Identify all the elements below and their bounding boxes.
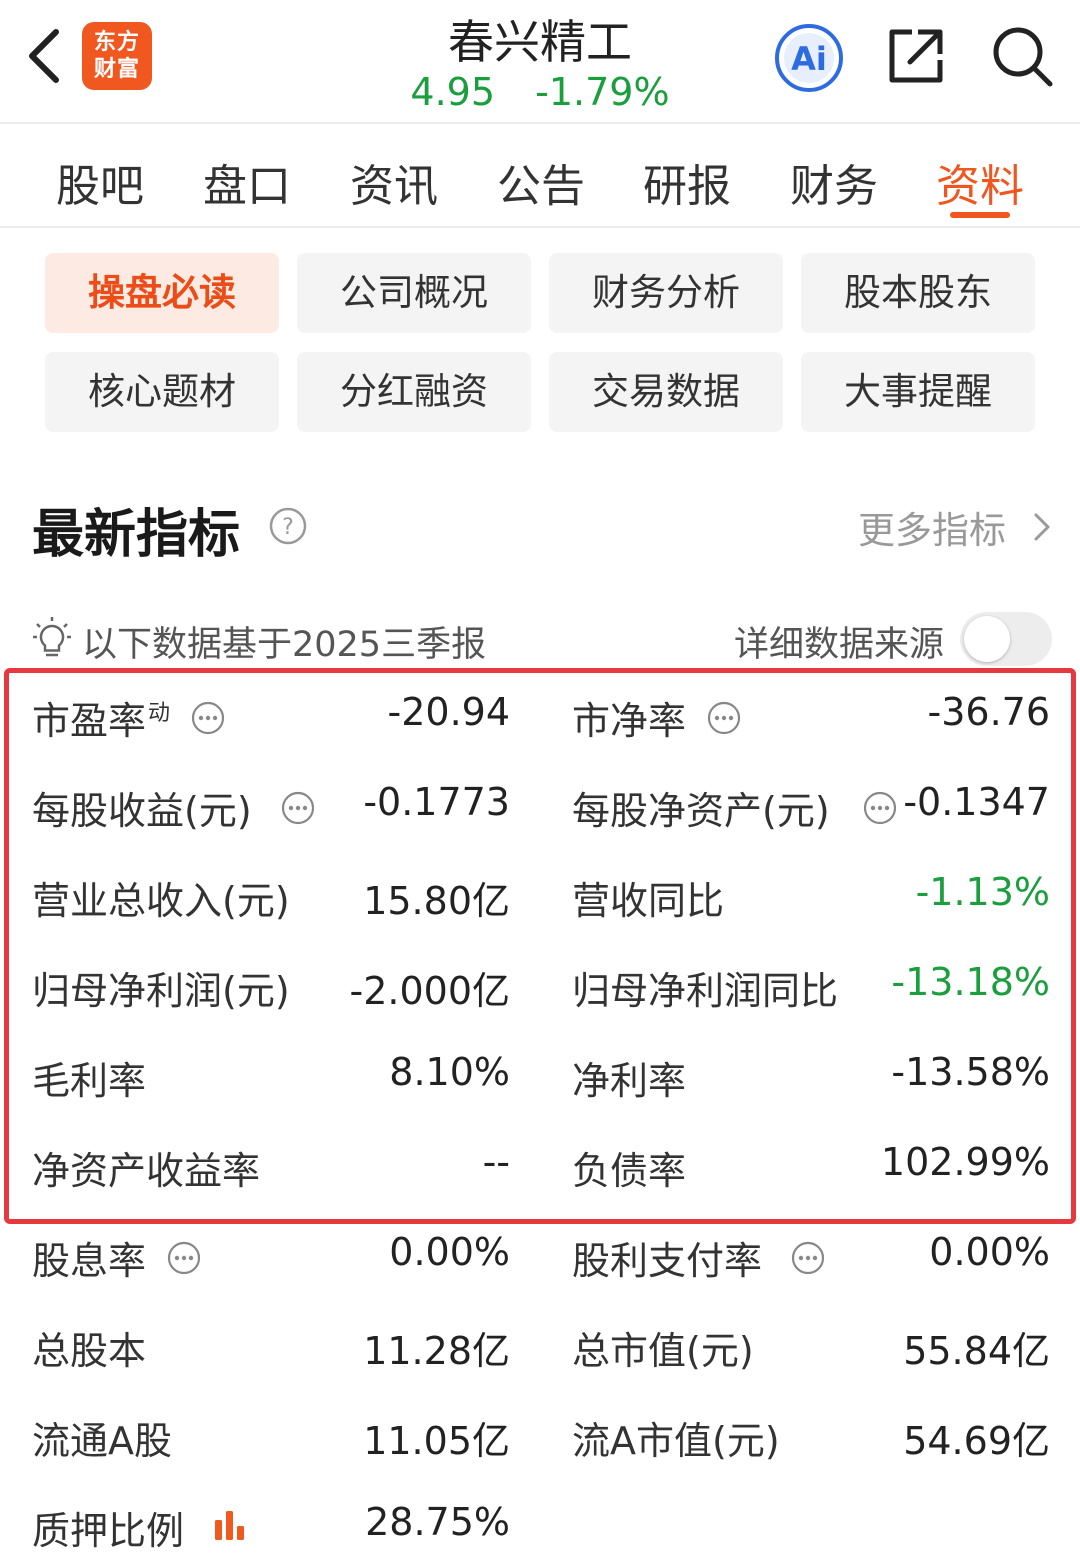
- indicator-label-debt-ratio: 负债率: [572, 1149, 687, 1193]
- indicator-value-float-a-cap: 54.69亿: [903, 1419, 1050, 1463]
- stock-change-pct: -1.79%: [535, 70, 670, 114]
- indicator-label-float-a-cap: 流A市值(元): [572, 1419, 780, 1463]
- indicator-value-pledge-ratio: 28.75%: [365, 1500, 510, 1544]
- indicator-label-bvps: 每股净资产(元): [572, 789, 830, 833]
- subtab-shareholders[interactable]: 股本股东: [801, 253, 1035, 333]
- tab-gonggao[interactable]: 公告: [497, 150, 585, 214]
- indicator-value-roe: --: [482, 1140, 510, 1184]
- tab-caiwu[interactable]: 财务: [790, 150, 878, 214]
- pe-label-text: 市盈率: [32, 699, 147, 743]
- indicator-label-pb: 市净率: [572, 699, 687, 743]
- ai-label: Ai: [791, 40, 827, 78]
- share-icon[interactable]: [884, 24, 948, 88]
- bar-chart-icon[interactable]: [212, 1508, 248, 1542]
- info-dots-icon[interactable]: [190, 700, 226, 736]
- indicator-value-debt-ratio: 102.99%: [880, 1140, 1050, 1184]
- indicator-value-revenue-yoy: -1.13%: [915, 870, 1050, 914]
- indicator-label-revenue: 营业总收入(元): [32, 879, 290, 923]
- indicator-label-float-a: 流通A股: [32, 1419, 172, 1463]
- indicator-value-net-profit: -2.000亿: [349, 969, 511, 1013]
- indicator-label-pledge-ratio: 质押比例: [32, 1509, 185, 1553]
- indicator-label-market-cap: 总市值(元): [572, 1329, 754, 1373]
- indicator-label-revenue-yoy: 营收同比: [572, 879, 725, 923]
- report-basis-note: 以下数据基于2025三季报: [82, 625, 487, 665]
- chevron-right-icon[interactable]: [1030, 510, 1054, 544]
- stock-price: 4.95: [410, 70, 496, 114]
- indicator-label-eps: 每股收益(元): [32, 789, 252, 833]
- indicator-label-net-profit-yoy: 归母净利润同比: [572, 969, 839, 1013]
- indicator-value-bvps: -0.1347: [903, 780, 1050, 824]
- ai-assistant-icon[interactable]: Ai: [772, 22, 846, 94]
- info-dots-icon[interactable]: [862, 790, 898, 826]
- top-bar: 东方 财富 春兴精工 4.95 -1.79% Ai: [0, 0, 1080, 124]
- indicator-label-roe: 净资产收益率: [32, 1149, 261, 1193]
- pe-sup: 动: [148, 701, 171, 727]
- info-dots-icon[interactable]: [706, 700, 742, 736]
- indicator-label-net-margin: 净利率: [572, 1059, 687, 1103]
- indicator-label-pe: 市盈率动: [32, 690, 170, 745]
- subtab-company-overview[interactable]: 公司概况: [297, 253, 531, 333]
- indicator-label-gross-margin: 毛利率: [32, 1059, 147, 1103]
- info-dots-icon[interactable]: [790, 1240, 826, 1276]
- subtab-trading-data[interactable]: 交易数据: [549, 352, 783, 432]
- toggle-knob: [964, 616, 1010, 662]
- subtab-caopan-bidu[interactable]: 操盘必读: [45, 253, 279, 333]
- indicator-label-total-shares: 总股本: [32, 1329, 147, 1373]
- section-title: 最新指标: [32, 505, 241, 565]
- indicator-label-dividend-yield: 股息率: [32, 1239, 147, 1283]
- tab-ziliao[interactable]: 资料: [936, 150, 1024, 214]
- indicator-value-market-cap: 55.84亿: [903, 1329, 1050, 1373]
- tab-pankou[interactable]: 盘口: [203, 150, 291, 214]
- info-dots-icon[interactable]: [280, 790, 316, 826]
- subtab-dividends-financing[interactable]: 分红融资: [297, 352, 531, 432]
- indicator-value-payout-ratio: 0.00%: [929, 1230, 1050, 1274]
- indicator-value-net-profit-yoy: -13.18%: [891, 960, 1050, 1004]
- tab-yanbao[interactable]: 研报: [643, 150, 731, 214]
- indicator-value-float-a: 11.05亿: [363, 1419, 510, 1463]
- tab-guba[interactable]: 股吧: [56, 150, 144, 214]
- indicator-value-net-margin: -13.58%: [891, 1050, 1050, 1094]
- info-dots-icon[interactable]: [166, 1240, 202, 1276]
- lightbulb-icon: [33, 617, 71, 657]
- help-icon[interactable]: ?: [268, 506, 308, 546]
- indicator-label-payout-ratio: 股利支付率: [572, 1239, 763, 1283]
- indicator-value-eps: -0.1773: [363, 780, 510, 824]
- tab-zixun[interactable]: 资讯: [350, 150, 438, 214]
- active-tab-indicator: [950, 212, 1010, 218]
- search-icon[interactable]: [990, 24, 1054, 88]
- more-indicators-link[interactable]: 更多指标: [858, 500, 1006, 554]
- data-source-toggle[interactable]: [960, 612, 1052, 666]
- indicator-value-revenue: 15.80亿: [363, 879, 510, 923]
- indicator-value-gross-margin: 8.10%: [389, 1050, 510, 1094]
- subtab-core-themes[interactable]: 核心题材: [45, 352, 279, 432]
- main-tabs: 股吧 盘口 资讯 公告 研报 财务 资料: [0, 126, 1080, 228]
- indicator-value-total-shares: 11.28亿: [363, 1329, 510, 1373]
- svg-text:?: ?: [282, 515, 294, 540]
- indicator-value-pe: -20.94: [387, 690, 511, 734]
- subtab-financial-analysis[interactable]: 财务分析: [549, 253, 783, 333]
- indicator-label-net-profit: 归母净利润(元): [32, 969, 290, 1013]
- indicator-value-dividend-yield: 0.00%: [389, 1230, 510, 1274]
- subtab-major-events[interactable]: 大事提醒: [801, 352, 1035, 432]
- indicator-value-pb: -36.76: [927, 690, 1051, 734]
- data-source-label: 详细数据来源: [734, 625, 945, 665]
